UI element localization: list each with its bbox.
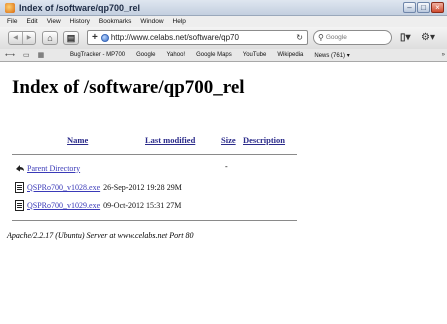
- file-icon: [15, 181, 24, 193]
- file-link[interactable]: QSPRo700_v1028.exe: [27, 183, 100, 192]
- menu-window[interactable]: Window: [140, 18, 163, 25]
- table-row: QSPRo700_v1028.exe 26-Sep-2012 19:28 29M: [15, 181, 182, 193]
- book-icon[interactable]: ▭: [23, 51, 30, 59]
- menu-bar: File Edit View History Bookmarks Window …: [0, 16, 447, 27]
- menu-file[interactable]: File: [7, 18, 17, 25]
- bookmark-item[interactable]: Google: [136, 52, 155, 58]
- column-name-link[interactable]: Name: [67, 135, 88, 145]
- parent-size: -: [225, 162, 228, 171]
- file-icon: [15, 199, 24, 211]
- menu-view[interactable]: View: [47, 18, 61, 25]
- reload-icon[interactable]: ↻: [296, 33, 303, 42]
- bookmark-item[interactable]: Google Maps: [196, 52, 232, 58]
- close-button[interactable]: ×: [431, 2, 444, 13]
- parent-directory-link[interactable]: Parent Directory: [27, 164, 80, 173]
- menu-help[interactable]: Help: [173, 18, 186, 25]
- maximize-button[interactable]: □: [417, 2, 430, 13]
- file-link[interactable]: QSPRo700_v1029.exe: [27, 201, 100, 210]
- divider: [12, 154, 297, 155]
- table-row: Parent Directory: [15, 162, 80, 174]
- file-size: 29M: [166, 182, 182, 192]
- menu-bookmarks[interactable]: Bookmarks: [99, 18, 132, 25]
- page-menu-icon[interactable]: ▯▾: [400, 32, 411, 43]
- reader-icon[interactable]: ⟷: [5, 51, 15, 59]
- bookmark-tools: ⟷ ▭ ▦: [5, 51, 70, 59]
- gear-icon[interactable]: ⚙▾: [421, 32, 435, 43]
- window-controls: – □ ×: [403, 2, 444, 13]
- file-modified: 26-Sep-2012 19:28: [103, 182, 165, 192]
- url-text[interactable]: http://www.celabs.net/software/qp70: [111, 33, 289, 42]
- navigation-toolbar: ◀ ▶ ⌂ ▤ + http://www.celabs.net/software…: [0, 27, 447, 49]
- address-bar[interactable]: + http://www.celabs.net/software/qp70 ↻: [87, 30, 308, 45]
- file-size: 27M: [166, 200, 182, 210]
- parent-directory-icon: [16, 165, 24, 172]
- search-input[interactable]: [325, 34, 384, 41]
- home-button[interactable]: ⌂: [42, 31, 58, 45]
- bookmarks-bar: ⟷ ▭ ▦ BugTracker - MP700 Google Yahoo! G…: [0, 49, 447, 62]
- bookmark-item[interactable]: Yahoo!: [167, 52, 186, 58]
- menu-edit[interactable]: Edit: [26, 18, 37, 25]
- firefox-icon: [5, 2, 15, 13]
- site-globe-icon: [100, 33, 109, 42]
- bookmark-item[interactable]: Wikipedia: [277, 52, 303, 58]
- page-title: Index of /software/qp700_rel: [12, 77, 245, 98]
- column-modified-link[interactable]: Last modified: [145, 135, 195, 145]
- print-button[interactable]: ▤: [63, 31, 79, 45]
- back-forward-group: ◀ ▶: [8, 31, 36, 45]
- bookmarks-overflow-icon[interactable]: »: [442, 52, 445, 58]
- search-icon: ⚲: [318, 33, 324, 42]
- column-description-link[interactable]: Description: [243, 135, 285, 145]
- table-row: QSPRo700_v1029.exe 09-Oct-2012 15:31 27M: [15, 199, 181, 211]
- menu-history[interactable]: History: [70, 18, 90, 25]
- search-box[interactable]: ⚲: [313, 30, 392, 45]
- forward-arrow-icon[interactable]: ▶: [22, 32, 35, 44]
- grid-icon[interactable]: ▦: [38, 51, 45, 59]
- file-modified: 09-Oct-2012 15:31: [103, 200, 165, 210]
- divider: [12, 220, 297, 221]
- column-size-link[interactable]: Size: [221, 135, 236, 145]
- window-title-bar: Index of /software/qp700_rel – □ ×: [0, 0, 447, 16]
- server-signature: Apache/2.2.17 (Ubuntu) Server at www.cel…: [7, 231, 194, 240]
- minimize-button[interactable]: –: [403, 2, 416, 13]
- bookmark-item[interactable]: News (761) ▾: [314, 52, 349, 59]
- add-bookmark-icon[interactable]: +: [92, 32, 98, 43]
- bookmark-item[interactable]: YouTube: [243, 52, 267, 58]
- bookmark-item[interactable]: BugTracker - MP700: [70, 52, 125, 58]
- window-title: Index of /software/qp700_rel: [19, 2, 141, 13]
- page-content: Index of /software/qp700_rel Name Last m…: [0, 63, 447, 324]
- back-arrow-icon[interactable]: ◀: [9, 32, 22, 44]
